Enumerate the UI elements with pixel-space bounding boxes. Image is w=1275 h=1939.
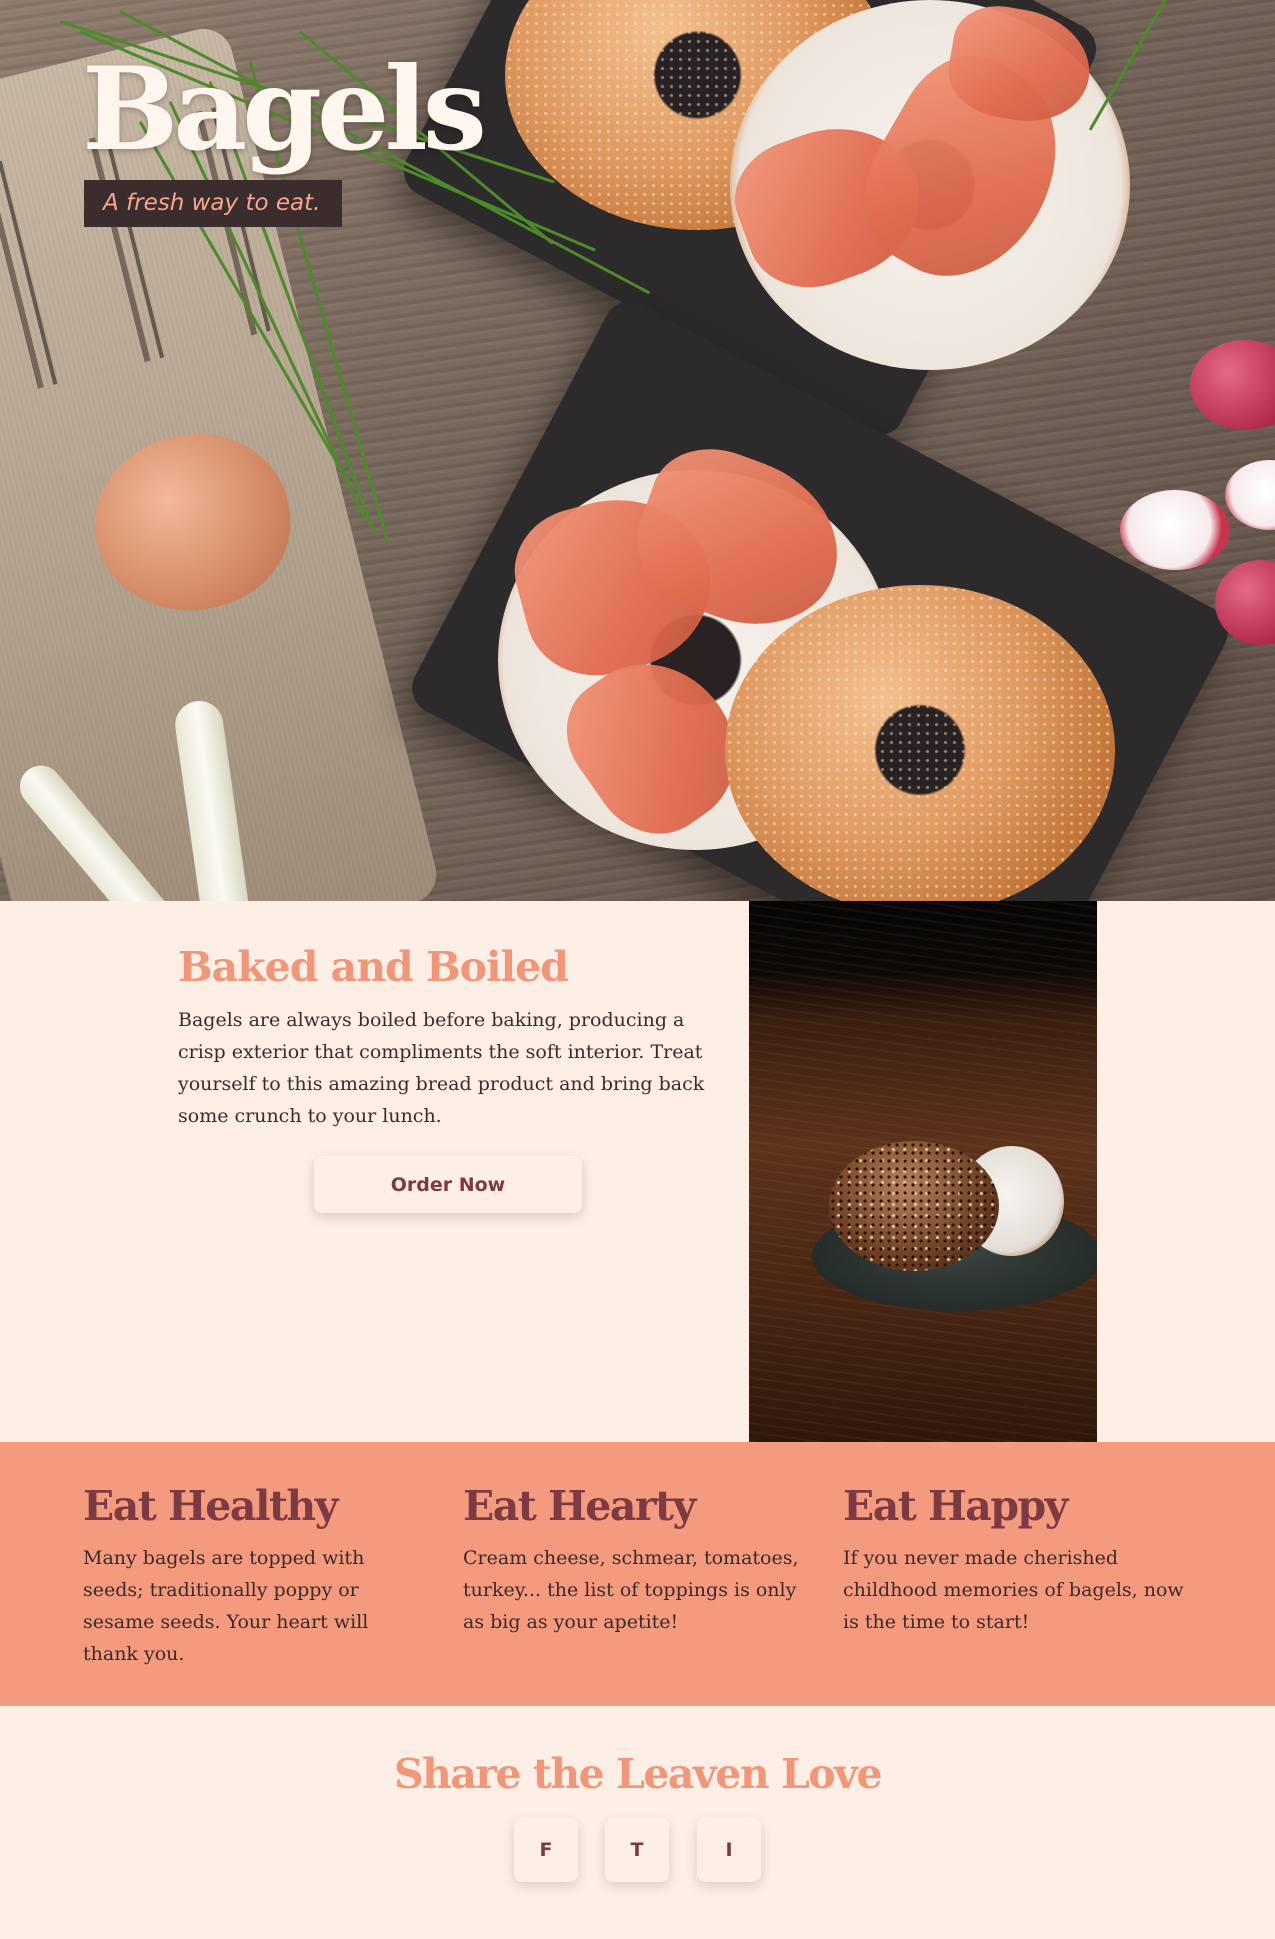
highlight-hearty: Eat Hearty Cream cheese, schmear, tomato… <box>463 1480 808 1638</box>
hero-section: Bagels A fresh way to eat. <box>0 0 1275 901</box>
share-section: Share the Leaven Love F T I <box>0 1706 1275 1939</box>
hero-radish <box>1120 490 1230 570</box>
share-title: Share the Leaven Love <box>393 1750 883 1798</box>
photo-bagel <box>829 1141 999 1271</box>
hero-bagel <box>725 585 1115 901</box>
hero-radish <box>1225 460 1275 530</box>
hero-title: Bagels <box>82 42 487 176</box>
bagel-photo <box>749 901 1097 1442</box>
highlight-title: Eat Healthy <box>83 1482 339 1530</box>
highlight-title: Eat Happy <box>843 1482 1069 1530</box>
highlights-band: Eat Healthy Many bagels are topped with … <box>0 1442 1275 1706</box>
highlight-text: Many bagels are topped with seeds; tradi… <box>83 1547 369 1665</box>
highlight-happy: Eat Happy If you never made cherished ch… <box>843 1480 1188 1638</box>
facebook-share-button[interactable]: F <box>514 1818 578 1882</box>
order-now-button[interactable]: Order Now <box>314 1156 582 1213</box>
highlight-text: Cream cheese, schmear, tomatoes, turkey.… <box>463 1547 799 1633</box>
hero-tagline: A fresh way to eat. <box>84 180 342 227</box>
twitter-share-button[interactable]: T <box>605 1818 669 1882</box>
feature-text: Bagels are always boiled before baking, … <box>178 1009 705 1127</box>
hero-radish <box>1190 340 1275 430</box>
highlight-text: If you never made cherished childhood me… <box>843 1547 1184 1633</box>
instagram-share-button[interactable]: I <box>697 1818 761 1882</box>
feature-title: Baked and Boiled <box>178 943 569 991</box>
feature-section: Baked and Boiled Bagels are always boile… <box>0 901 1275 1442</box>
highlight-healthy: Eat Healthy Many bagels are topped with … <box>83 1480 428 1670</box>
highlight-title: Eat Hearty <box>463 1482 696 1530</box>
